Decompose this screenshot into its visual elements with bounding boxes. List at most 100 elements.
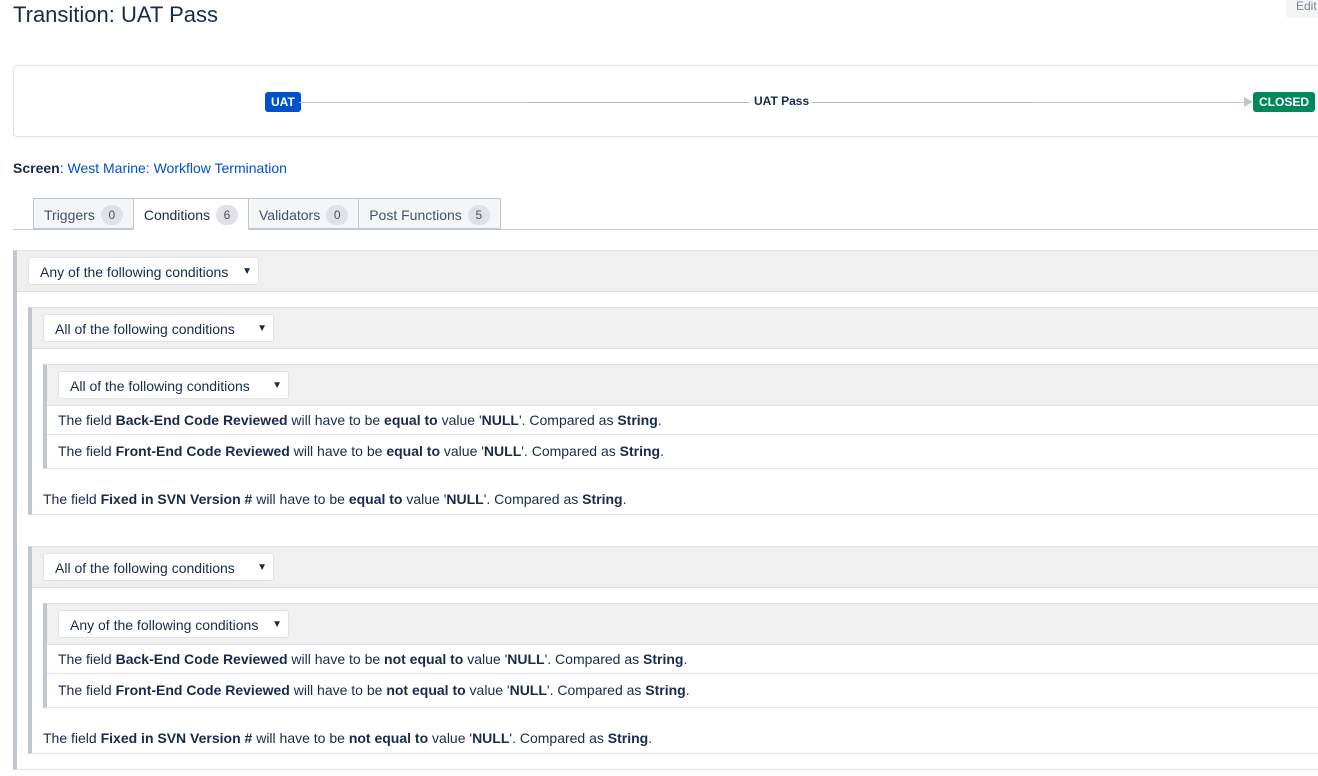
condition-text: The field <box>43 491 101 507</box>
tab-bar: Triggers 0 Conditions 6 Validators 0 Post F… <box>33 198 501 230</box>
operator-select[interactable]: All of the following conditions ▼ <box>43 314 274 342</box>
condition-emphasis-text: NULL <box>509 682 547 698</box>
connector-line <box>299 102 529 103</box>
condition-row[interactable]: The field Back-End Code Reviewed will ha… <box>47 405 1318 435</box>
edit-button[interactable]: Edit <box>1286 0 1318 18</box>
condition-row[interactable]: The field Front-End Code Reviewed will h… <box>47 436 1318 466</box>
operator-value: All of the following conditions <box>55 560 235 576</box>
condition-emphasis-text: String <box>582 491 623 507</box>
condition-text: . <box>622 491 627 507</box>
condition-emphasis-text: not equal to <box>386 682 466 698</box>
condition-text: value ' <box>465 682 510 698</box>
condition-emphasis-text: Front-End Code Reviewed <box>115 443 290 459</box>
tab-count-badge: 5 <box>467 205 490 225</box>
tab-count-badge: 0 <box>326 205 349 225</box>
condition-subgroup: All of the following conditions ▼ The fie… <box>43 364 1318 469</box>
condition-text: value ' <box>440 443 484 459</box>
tab-count-badge: 6 <box>215 205 238 225</box>
operator-select[interactable]: Any of the following conditions ▼ <box>58 610 289 638</box>
condition-emphasis-text: Back-End Code Reviewed <box>115 651 288 667</box>
condition-text: '. Compared as <box>509 730 608 746</box>
condition-subgroup: Any of the following conditions ▼ The fie… <box>43 603 1318 708</box>
condition-emphasis-text: NULL <box>483 443 522 459</box>
group-header: All of the following conditions ▼ <box>47 365 1318 406</box>
condition-emphasis-text: NULL <box>472 730 510 746</box>
page-title: Transition: UAT Pass <box>13 2 218 27</box>
tab-conditions[interactable]: Conditions 6 <box>132 198 248 230</box>
condition-emphasis-text: Fixed in SVN Version # <box>100 491 253 507</box>
chevron-down-icon: ▼ <box>257 562 267 573</box>
condition-emphasis-text: String <box>617 412 658 428</box>
chevron-down-icon: ▼ <box>272 380 282 391</box>
condition-text: will have to be <box>252 491 349 507</box>
condition-text: . <box>657 412 662 428</box>
to-status-lozenge[interactable]: CLOSED <box>1253 92 1316 112</box>
condition-text: will have to be <box>289 682 387 698</box>
tab-label: Post Functions <box>369 207 462 223</box>
operator-select[interactable]: Any of the following conditions ▼ <box>28 257 259 285</box>
condition-emphasis-text: equal to <box>384 412 438 428</box>
root-condition-group: Any of the following conditions ▼ All of … <box>13 250 1318 770</box>
condition-emphasis-text: not equal to <box>348 730 429 746</box>
operator-value: Any of the following conditions <box>70 617 259 633</box>
condition-text: . <box>660 443 664 459</box>
chevron-down-icon: ▼ <box>257 323 267 334</box>
condition-row[interactable]: The field Back-End Code Reviewed will ha… <box>47 644 1318 674</box>
condition-text: will have to be <box>252 730 349 746</box>
condition-text: value ' <box>437 412 482 428</box>
condition-emphasis-text: NULL <box>481 412 519 428</box>
condition-row[interactable]: The field Fixed in SVN Version # will ha… <box>32 723 1318 753</box>
condition-row[interactable]: The field Front-End Code Reviewed will h… <box>47 675 1318 705</box>
condition-emphasis-text: equal to <box>348 491 403 507</box>
transition-label[interactable]: UAT Pass <box>754 94 809 108</box>
condition-emphasis-text: not equal to <box>384 651 464 667</box>
screen-info: Screen: West Marine: Workflow Terminatio… <box>13 160 287 176</box>
condition-text: '. Compared as <box>483 491 583 507</box>
condition-emphasis-text: NULL <box>507 651 545 667</box>
tab-post-functions[interactable]: Post Functions 5 <box>358 198 501 229</box>
condition-emphasis-text: NULL <box>446 491 484 507</box>
condition-text: value ' <box>428 730 473 746</box>
operator-value: Any of the following conditions <box>40 264 229 280</box>
operator-value: All of the following conditions <box>55 321 235 337</box>
arrow-head-icon <box>1244 97 1253 107</box>
condition-emphasis-text: Fixed in SVN Version # <box>100 730 253 746</box>
condition-emphasis-text: String <box>643 651 684 667</box>
from-status-lozenge[interactable]: UAT <box>265 92 301 112</box>
condition-text: value ' <box>463 651 508 667</box>
operator-select[interactable]: All of the following conditions ▼ <box>43 553 274 581</box>
condition-text: . <box>648 730 653 746</box>
tab-label: Triggers <box>44 207 95 223</box>
tab-triggers[interactable]: Triggers 0 <box>33 198 133 229</box>
condition-text: '. Compared as <box>521 443 620 459</box>
condition-text: will have to be <box>289 443 387 459</box>
condition-text: The field <box>58 443 116 459</box>
condition-emphasis-text: Back-End Code Reviewed <box>115 412 288 428</box>
condition-text: The field <box>58 682 116 698</box>
condition-text: will have to be <box>287 651 385 667</box>
group-header: All of the following conditions ▼ <box>32 308 1318 349</box>
condition-emphasis-text: String <box>607 730 649 746</box>
transition-diagram: UAT UAT Pass CLOSED <box>13 65 1318 137</box>
condition-text: '. Compared as <box>544 651 643 667</box>
group-header: All of the following conditions ▼ <box>32 547 1318 588</box>
connector-line <box>1032 102 1246 103</box>
condition-emphasis-text: String <box>645 682 686 698</box>
condition-text: The field <box>58 651 116 667</box>
tab-validators[interactable]: Validators 0 <box>247 198 359 229</box>
operator-value: All of the following conditions <box>70 378 250 394</box>
chevron-down-icon: ▼ <box>242 266 252 277</box>
condition-text: . <box>683 651 688 667</box>
connector-line <box>812 102 1032 103</box>
tab-label: Validators <box>258 207 321 223</box>
condition-text: value ' <box>402 491 447 507</box>
operator-select[interactable]: All of the following conditions ▼ <box>58 371 289 399</box>
condition-text: The field <box>43 730 101 746</box>
condition-group: All of the following conditions ▼ Any of … <box>28 546 1318 754</box>
condition-text: will have to be <box>287 412 385 428</box>
condition-emphasis-text: String <box>619 443 661 459</box>
screen-link[interactable]: West Marine: Workflow Termination <box>67 160 286 176</box>
screen-label: Screen <box>13 160 60 176</box>
condition-group: All of the following conditions ▼ All of … <box>28 307 1318 515</box>
condition-row[interactable]: The field Fixed in SVN Version # will ha… <box>32 484 1318 514</box>
